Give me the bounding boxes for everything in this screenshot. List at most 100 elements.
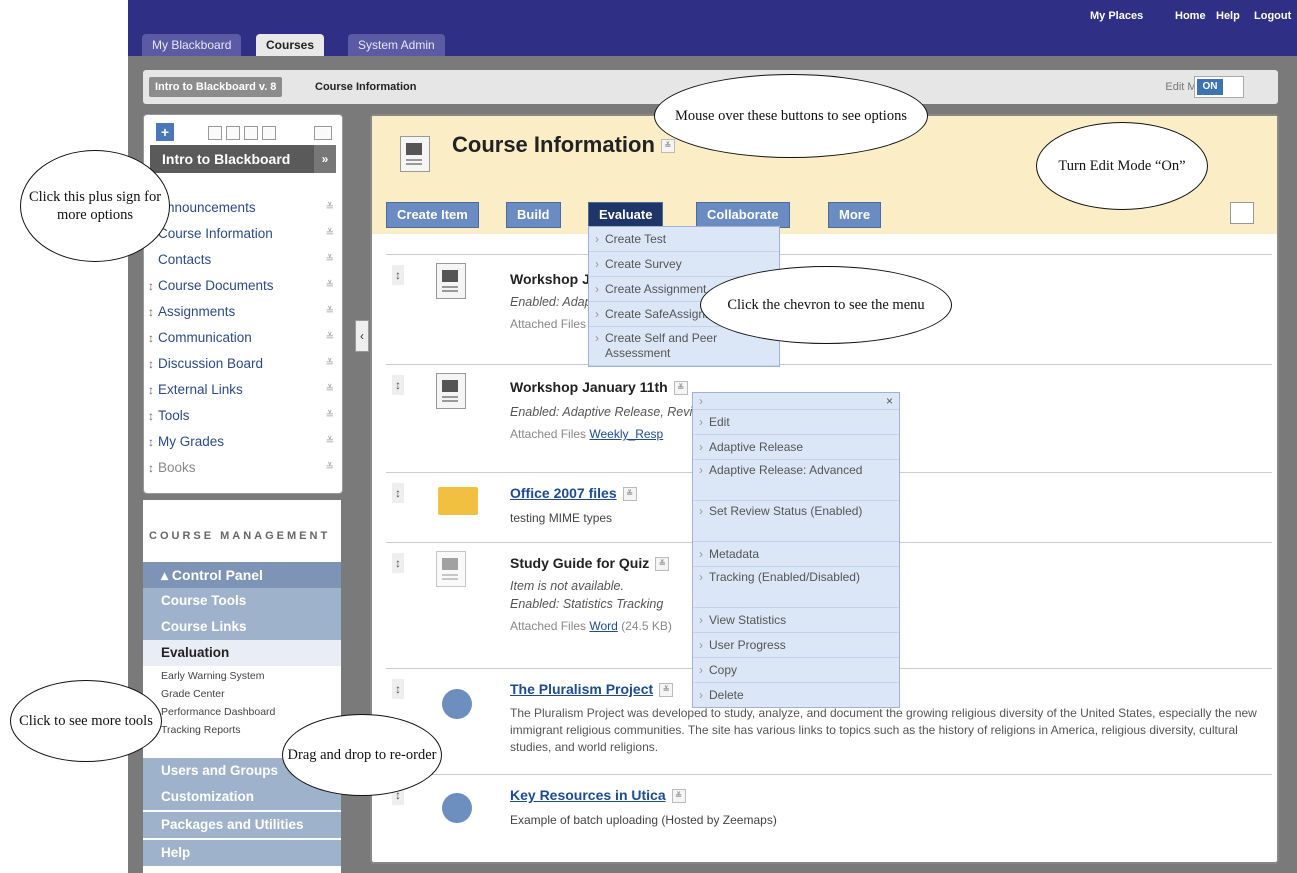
evaluation-section[interactable]: Evaluation [143, 640, 341, 666]
chevron-down-icon[interactable]: ≚ [326, 221, 334, 247]
chevron-down-icon[interactable]: ≚ [655, 557, 670, 572]
menu-item-assignments[interactable]: ↕ Assignments ≚ [144, 299, 342, 325]
breadcrumb-course[interactable]: Intro to Blackboard v. 8 [149, 77, 283, 97]
grade-center-link[interactable]: Grade Center [161, 688, 225, 700]
menu-item-my-grades[interactable]: ↕ My Grades ≚ [144, 429, 342, 455]
my-places-link[interactable]: My Places [1090, 10, 1143, 22]
menu-item-discussion-board[interactable]: ↕ Discussion Board ≚ [144, 351, 342, 377]
menu-item-tools[interactable]: ↕ Tools ≚ [144, 403, 342, 429]
menu-item-tracking[interactable]: Tracking (Enabled/Disabled) [693, 567, 899, 608]
menu-item-edit[interactable]: Edit [693, 410, 899, 435]
menu-item-announcements[interactable]: Announcements ≚ [144, 195, 342, 221]
chevron-down-icon[interactable]: ≚ [326, 273, 334, 299]
chevron-down-icon[interactable]: ≚ [326, 429, 334, 455]
drag-handle-icon[interactable]: ↕ [392, 679, 404, 699]
drag-handle-icon[interactable]: ↕ [148, 403, 154, 429]
list-view-icon[interactable] [208, 126, 222, 140]
collapse-menu-icon[interactable]: ‹ [355, 320, 369, 352]
collapse-icon[interactable]: » [314, 145, 336, 173]
drag-handle-icon[interactable]: ↕ [392, 265, 404, 285]
drag-handle-icon[interactable]: ↕ [148, 455, 154, 481]
drag-handle-icon[interactable]: ↕ [148, 351, 154, 377]
chevron-down-icon[interactable]: ≚ [660, 139, 675, 154]
item-title-text[interactable]: Key Resources in Utica [510, 787, 666, 803]
comment-icon[interactable] [244, 126, 258, 140]
refresh-icon[interactable] [262, 126, 276, 140]
tab-my-blackboard[interactable]: My Blackboard [142, 34, 242, 56]
item-title-text[interactable]: Office 2007 files [510, 485, 617, 501]
menu-item-external-links[interactable]: ↕ External Links ≚ [144, 377, 342, 403]
menu-item-course-documents[interactable]: ↕ Course Documents ≚ [144, 273, 342, 299]
chevron-down-icon[interactable]: ≚ [326, 325, 334, 351]
home-link[interactable]: Home [1175, 10, 1206, 22]
evaluate-button[interactable]: Evaluate [588, 202, 664, 228]
menu-item-review-status[interactable]: Set Review Status (Enabled) [693, 501, 899, 542]
control-panel-header[interactable]: ▴ Control Panel [143, 562, 341, 588]
customization-section[interactable]: Customization [143, 784, 341, 810]
menu-item-view-statistics[interactable]: View Statistics [693, 608, 899, 633]
packages-utilities-section[interactable]: Packages and Utilities [143, 812, 341, 838]
more-button[interactable]: More [828, 202, 882, 228]
file-link[interactable]: Weekly_Resp [589, 427, 663, 441]
tab-courses[interactable]: Courses [256, 34, 325, 56]
menu-item-adaptive-release[interactable]: Adaptive Release [693, 435, 899, 460]
drag-handle-icon[interactable]: ↕ [392, 553, 404, 573]
item-title-text[interactable]: Workshop January 11th [510, 379, 668, 395]
drag-handle-icon[interactable]: ↕ [392, 483, 404, 503]
chevron-down-icon[interactable]: ≚ [673, 381, 688, 396]
close-icon[interactable]: × [693, 393, 899, 410]
content-item: ↕ Key Resources in Utica ≚ Example of bat… [386, 774, 1272, 835]
display-options-icon[interactable] [1230, 202, 1254, 224]
chevron-down-icon[interactable]: ≚ [622, 487, 637, 502]
menu-item-create-test[interactable]: Create Test [589, 227, 779, 252]
attached-files-label: Attached Files [510, 317, 587, 331]
chevron-down-icon[interactable]: ≚ [671, 789, 686, 804]
chevron-down-icon[interactable]: ≚ [326, 351, 334, 377]
add-menu-item-button[interactable]: + [156, 123, 174, 141]
tab-system-admin[interactable]: System Admin [348, 34, 445, 56]
display-options-icon[interactable] [314, 126, 332, 140]
menu-item-books[interactable]: ↕ Books ≚ [144, 455, 342, 481]
logout-link[interactable]: Logout [1254, 10, 1291, 22]
file-link[interactable]: Word [589, 619, 617, 633]
chevron-down-icon[interactable]: ≚ [326, 195, 334, 221]
build-button[interactable]: Build [506, 202, 561, 228]
menu-item-copy[interactable]: Copy [693, 658, 899, 683]
item-title-text[interactable]: The Pluralism Project [510, 681, 653, 697]
menu-item-label: Assignments [158, 304, 236, 319]
item-title: Office 2007 files ≚ [510, 485, 637, 502]
drag-handle-icon[interactable]: ↕ [392, 375, 404, 395]
help-section[interactable]: Help [143, 840, 341, 866]
early-warning-link[interactable]: Early Warning System [161, 670, 264, 682]
chevron-down-icon[interactable]: ≚ [326, 455, 334, 481]
menu-item-course-information[interactable]: Course Information ≚ [144, 221, 342, 247]
drag-handle-icon[interactable]: ↕ [148, 299, 154, 325]
collaborate-button[interactable]: Collaborate [696, 202, 790, 228]
chevron-down-icon[interactable]: ≚ [659, 683, 674, 698]
menu-item-delete[interactable]: Delete [693, 683, 899, 707]
menu-item-communication[interactable]: ↕ Communication ≚ [144, 325, 342, 351]
performance-dashboard-link[interactable]: Performance Dashboard [161, 706, 275, 718]
help-link[interactable]: Help [1216, 10, 1240, 22]
drag-handle-icon[interactable]: ↕ [148, 429, 154, 455]
edit-mode-on[interactable]: ON [1197, 79, 1223, 95]
menu-item-contacts[interactable]: Contacts ≚ [144, 247, 342, 273]
chevron-down-icon[interactable]: ≚ [326, 299, 334, 325]
chevron-down-icon[interactable]: ≚ [326, 403, 334, 429]
chevron-down-icon[interactable]: ≚ [326, 247, 334, 273]
menu-item-metadata[interactable]: Metadata [693, 542, 899, 567]
item-title-text[interactable]: Study Guide for Quiz [510, 555, 649, 571]
course-tools-section[interactable]: Course Tools [143, 588, 341, 614]
edit-mode-toggle[interactable]: ON [1194, 76, 1244, 98]
menu-item-adaptive-release-advanced[interactable]: Adaptive Release: Advanced [693, 460, 899, 501]
drag-handle-icon[interactable]: ↕ [148, 325, 154, 351]
drag-handle-icon[interactable]: ↕ [148, 377, 154, 403]
tracking-reports-link[interactable]: Tracking Reports [161, 724, 241, 736]
drag-handle-icon[interactable]: ↕ [148, 273, 154, 299]
create-item-button[interactable]: Create Item [386, 202, 479, 228]
course-menu-title[interactable]: Intro to Blackboard » [150, 145, 336, 173]
menu-item-user-progress[interactable]: User Progress [693, 633, 899, 658]
course-links-section[interactable]: Course Links [143, 614, 341, 640]
chevron-down-icon[interactable]: ≚ [326, 377, 334, 403]
folder-view-icon[interactable] [226, 126, 240, 140]
